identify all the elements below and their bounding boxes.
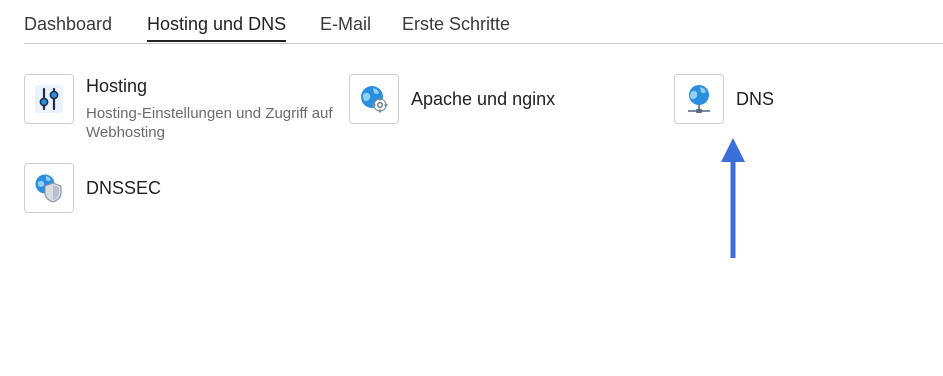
- tile-dnssec[interactable]: DNSSEC: [24, 163, 224, 215]
- tile-title-hosting: Hosting: [86, 76, 148, 96]
- tab-email[interactable]: E-Mail: [320, 14, 371, 35]
- tile-apache-und-nginx[interactable]: Apache und nginx: [349, 74, 609, 126]
- tile-title-apache-und-nginx: Apache und nginx: [411, 89, 556, 109]
- globe-shield-icon: [35, 174, 62, 203]
- dns-globe-icon: [688, 85, 710, 113]
- annotation-arrow-icon: [721, 138, 745, 258]
- tab-hosting-und-dns[interactable]: Hosting und DNS: [147, 14, 287, 42]
- dns-icon-box: [674, 74, 724, 124]
- dnssec-icon-box: [24, 163, 74, 213]
- apache-icon-box: [349, 74, 399, 124]
- hosting-icon-box: [24, 74, 74, 124]
- tab-bar: Dashboard Hosting und DNS E-Mail Erste S…: [24, 0, 943, 44]
- tile-dns[interactable]: DNS: [674, 74, 834, 126]
- tile-title-dnssec: DNSSEC: [86, 178, 162, 198]
- tile-hosting[interactable]: Hosting Hosting-Einstellungen und Zugrif…: [24, 74, 334, 146]
- tab-erste-schritte[interactable]: Erste Schritte: [402, 14, 510, 35]
- globe-gear-icon: [361, 86, 388, 113]
- tile-title-dns: DNS: [736, 89, 775, 109]
- tab-dashboard[interactable]: Dashboard: [24, 14, 112, 35]
- tile-description-hosting: Hosting-Einstellungen und Zugriff auf We…: [86, 105, 333, 141]
- sliders-icon: [35, 85, 63, 113]
